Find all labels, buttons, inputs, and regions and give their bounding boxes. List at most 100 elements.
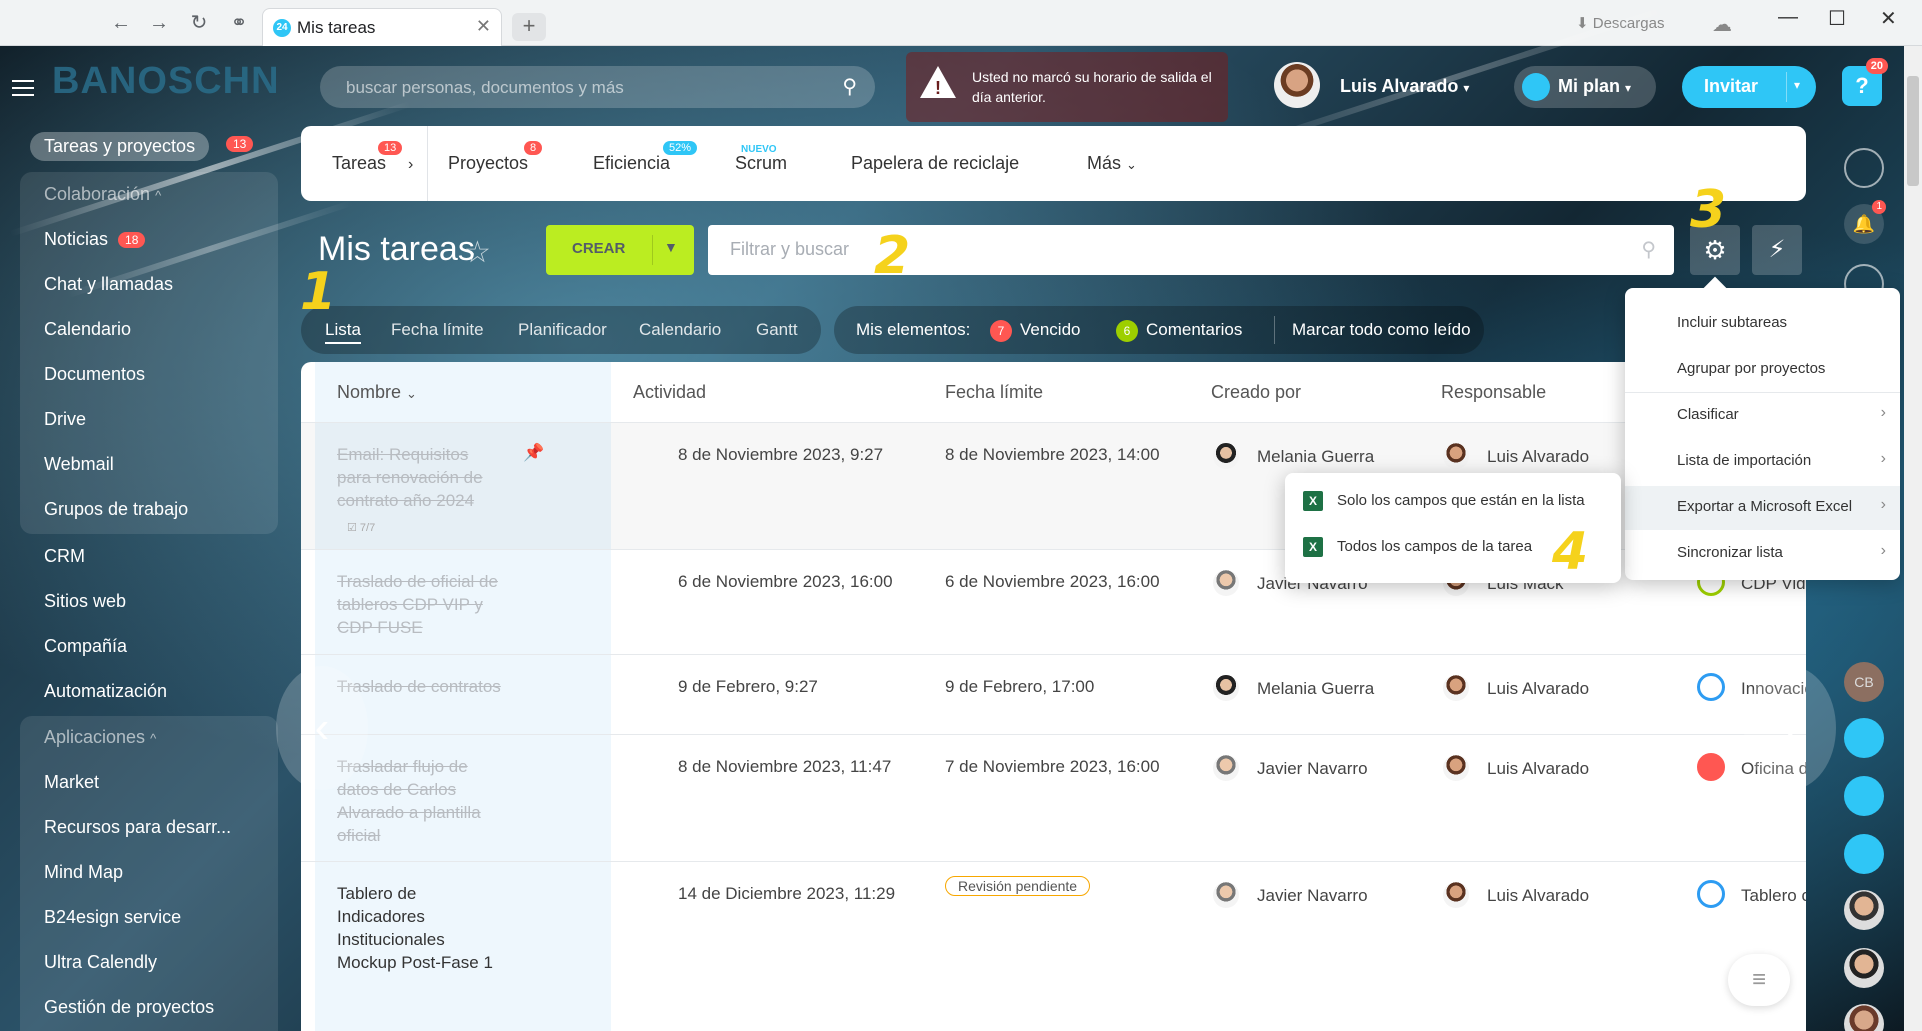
lightning-icon[interactable]: ⚡ <box>1752 225 1802 275</box>
menu-item-sync-list[interactable]: Sincronizar lista › <box>1625 532 1900 576</box>
deadline[interactable]: 9 de Febrero, 17:00 <box>945 675 1094 698</box>
clock-icon[interactable] <box>1844 148 1884 188</box>
sidebar-section-collab[interactable]: Colaboración ^ <box>44 184 161 205</box>
view-calendario[interactable]: Calendario <box>639 320 721 340</box>
tab-proyectos[interactable]: Proyectos 8 <box>448 141 543 174</box>
view-planificador[interactable]: Planificador <box>518 320 607 340</box>
tab-mas[interactable]: Más ⌄ <box>1087 153 1137 174</box>
avatar[interactable] <box>1844 948 1884 988</box>
sidebar-item-workgroups[interactable]: Grupos de trabajo <box>44 499 188 520</box>
group-chat-icon[interactable] <box>1844 718 1884 758</box>
minimize-button[interactable]: — <box>1778 6 1798 29</box>
avatar[interactable] <box>1213 882 1239 908</box>
sidebar-item-dev-resources[interactable]: Recursos para desarr... <box>44 817 231 838</box>
reload-icon[interactable]: ↻ <box>188 12 210 34</box>
responsible-name[interactable]: Luis Alvarado <box>1487 445 1589 468</box>
page-scrollbar[interactable] <box>1904 46 1922 1031</box>
project-name[interactable]: Tablero c <box>1741 884 1806 907</box>
creator-name[interactable]: Javier Navarro <box>1257 757 1368 780</box>
tab-papelera[interactable]: Papelera de reciclaje <box>851 153 1019 174</box>
avatar[interactable] <box>1213 675 1239 701</box>
menu-item-export-excel[interactable]: Exportar a Microsoft Excel › <box>1625 486 1900 530</box>
menu-item-group-by-projects[interactable]: Agrupar por proyectos <box>1625 348 1900 392</box>
column-header-fecha-limite[interactable]: Fecha límite <box>945 382 1043 403</box>
search-icon[interactable]: ⚲ <box>842 74 857 99</box>
avatar[interactable] <box>1844 890 1884 930</box>
menu-item-include-subtasks[interactable]: Incluir subtareas <box>1625 302 1900 346</box>
chevron-down-icon[interactable]: ▾ <box>1794 78 1800 92</box>
deadline[interactable]: 8 de Noviembre 2023, 14:00 <box>945 443 1160 466</box>
avatar[interactable] <box>1443 443 1469 469</box>
sidebar-item-webmail[interactable]: Webmail <box>44 454 114 475</box>
creator-name[interactable]: Javier Navarro <box>1257 884 1368 907</box>
tab-tareas[interactable]: Tareas 13 › <box>332 141 413 174</box>
company-logo[interactable]: BANOSCHN <box>52 60 280 103</box>
mark-all-read-button[interactable]: Marcar todo como leído <box>1292 320 1471 340</box>
responsible-name[interactable]: Luis Alvarado <box>1487 757 1589 780</box>
sidebar-item-drive[interactable]: Drive <box>44 409 86 430</box>
group-chat-icon[interactable] <box>1844 776 1884 816</box>
avatar[interactable] <box>1213 755 1239 781</box>
deadline[interactable]: 6 de Noviembre 2023, 16:00 <box>945 570 1160 593</box>
task-name[interactable]: Tablero de Indicadores Institucionales M… <box>337 882 507 974</box>
responsible-name[interactable]: Luis Alvarado <box>1487 884 1589 907</box>
sidebar-item-ultra-calendly[interactable]: Ultra Calendly <box>44 952 157 973</box>
avatar[interactable] <box>1443 755 1469 781</box>
responsible-name[interactable]: Luis Alvarado <box>1487 677 1589 700</box>
invite-button[interactable]: Invitar ▾ <box>1682 66 1816 108</box>
sidebar-item-market[interactable]: Market <box>44 772 99 793</box>
comments-filter[interactable]: 6 Comentarios <box>1116 320 1242 342</box>
menu-item-sort[interactable]: Clasificar › <box>1625 394 1900 438</box>
status-badge[interactable]: Revisión pendiente <box>945 876 1091 896</box>
chevron-down-icon[interactable]: ▼ <box>664 239 678 255</box>
user-avatar[interactable] <box>1274 62 1320 108</box>
menu-icon[interactable] <box>12 80 34 96</box>
user-menu[interactable]: Luis Alvarado ▾ <box>1340 76 1469 97</box>
sidebar-item-chat[interactable]: Chat y llamadas <box>44 274 173 295</box>
view-fecha-limite[interactable]: Fecha límite <box>391 320 484 340</box>
table-row[interactable]: Traslado de contratos 9 de Febrero, 9:27… <box>301 654 1806 734</box>
sidebar-item-mindmap[interactable]: Mind Map <box>44 862 123 883</box>
create-button[interactable]: CREAR ▼ <box>546 225 694 275</box>
sidebar-item-news[interactable]: Noticias 18 <box>44 229 146 250</box>
group-chat-icon[interactable] <box>1844 834 1884 874</box>
sidebar-item-company[interactable]: Compañía <box>44 636 127 657</box>
sidebar-item-project-mgmt[interactable]: Gestión de proyectos <box>44 997 214 1018</box>
sidebar-item-calendar[interactable]: Calendario <box>44 319 131 340</box>
close-tab-icon[interactable]: ✕ <box>476 16 491 37</box>
carousel-prev-button[interactable]: ‹ <box>276 666 368 790</box>
creator-name[interactable]: Melania Guerra <box>1257 445 1374 468</box>
deadline[interactable]: 7 de Noviembre 2023, 16:00 <box>945 755 1160 778</box>
task-name[interactable]: Traslado de oficial de tableros CDP VIP … <box>337 570 507 639</box>
close-window-button[interactable]: ✕ <box>1880 6 1897 31</box>
avatar[interactable] <box>1213 570 1239 596</box>
task-name[interactable]: Traslado de contratos <box>337 675 507 698</box>
tab-scrum[interactable]: Scrum NUEVO <box>735 144 787 174</box>
tab-eficiencia[interactable]: Eficiencia 52% <box>593 141 698 174</box>
column-header-actividad[interactable]: Actividad <box>633 382 706 403</box>
column-header-responsable[interactable]: Responsable <box>1441 382 1546 403</box>
back-icon[interactable]: ← <box>110 12 132 34</box>
avatar[interactable] <box>1213 443 1239 469</box>
forward-icon[interactable]: → <box>148 12 170 34</box>
list-toggle-button[interactable]: ≡ <box>1728 954 1790 1006</box>
timeman-warning[interactable]: ! Usted no marcó su horario de salida el… <box>906 52 1228 122</box>
sidebar-item-documents[interactable]: Documentos <box>44 364 145 385</box>
view-lista[interactable]: Lista <box>325 320 361 344</box>
sidebar-section-apps[interactable]: Aplicaciones ^ <box>44 727 156 748</box>
favorite-star-icon[interactable]: ☆ <box>464 235 491 270</box>
view-gantt[interactable]: Gantt <box>756 320 798 340</box>
task-name[interactable]: Email: Requisitos para renovación de con… <box>337 443 507 512</box>
overdue-filter[interactable]: 7 Vencido <box>990 320 1081 342</box>
task-name[interactable]: Trasladar flujo de datos de Carlos Alvar… <box>337 755 507 847</box>
plan-button[interactable]: Mi plan ▾ <box>1514 66 1656 108</box>
table-row[interactable]: Tablero de Indicadores Institucionales M… <box>301 861 1806 1031</box>
creator-name[interactable]: Melania Guerra <box>1257 677 1374 700</box>
table-row[interactable]: Trasladar flujo de datos de Carlos Alvar… <box>301 734 1806 861</box>
bell-icon[interactable]: 🔔 1 <box>1844 200 1886 244</box>
search-icon[interactable]: ⚲ <box>1641 237 1656 262</box>
avatar[interactable] <box>1443 675 1469 701</box>
filter-search-input[interactable]: Filtrar y buscar ⚲ <box>708 225 1674 275</box>
sidebar-item-sites[interactable]: Sitios web <box>44 591 126 612</box>
scroll-thumb[interactable] <box>1907 76 1919 186</box>
